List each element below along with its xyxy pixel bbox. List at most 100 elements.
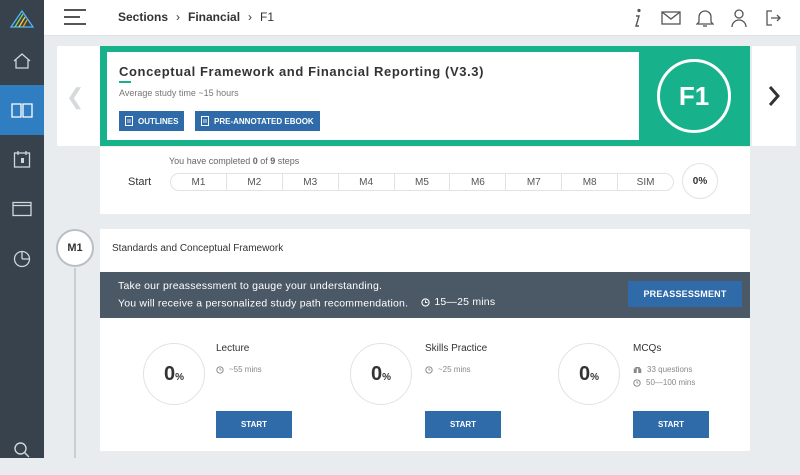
chevron-right-icon: › bbox=[176, 10, 181, 24]
breadcrumb-financial[interactable]: Financial bbox=[188, 10, 240, 24]
timeline-line bbox=[74, 268, 76, 458]
overall-progress: 0% bbox=[682, 163, 718, 199]
percent-unit: % bbox=[175, 371, 185, 383]
step-track: M1 M2 M3 M4 M5 M6 M7 M8 SIM bbox=[170, 173, 674, 191]
preassessment-banner: Take our preassessment to gauge your und… bbox=[100, 272, 750, 318]
lecture-duration: ~55 mins bbox=[216, 365, 262, 374]
step-m1[interactable]: M1 bbox=[171, 174, 227, 190]
completed-text: You have completed 0 of 9 steps bbox=[169, 156, 299, 166]
chevron-left-icon[interactable]: ❮ bbox=[66, 84, 84, 110]
info-icon bbox=[635, 8, 641, 27]
skills-practice-percent: 0 bbox=[370, 362, 383, 385]
step-sim[interactable]: SIM bbox=[618, 174, 673, 190]
preassessment-text-2-body: You will receive a personalized study pa… bbox=[118, 297, 409, 310]
mail-icon bbox=[661, 11, 681, 25]
percent-unit: % bbox=[382, 371, 392, 383]
window-icon bbox=[12, 201, 32, 217]
preassessment-button[interactable]: PREASSESSMENT bbox=[628, 281, 742, 307]
preassessment-text-1: Take our preassessment to gauge your und… bbox=[118, 280, 383, 292]
study-time: Average study time ~15 hours bbox=[119, 88, 239, 98]
progress-panel: You have completed 0 of 9 steps Start M1… bbox=[100, 146, 750, 214]
course-info: Conceptual Framework and Financial Repor… bbox=[107, 52, 639, 140]
clock-icon bbox=[216, 365, 224, 374]
sidebar bbox=[0, 0, 44, 458]
lecture-start-button[interactable]: START bbox=[216, 411, 292, 438]
logo-icon bbox=[9, 9, 35, 28]
step-m7[interactable]: M7 bbox=[506, 174, 563, 190]
book-icon bbox=[11, 103, 33, 118]
module-title: Standards and Conceptual Framework bbox=[112, 243, 284, 254]
module-card: Standards and Conceptual Framework Take … bbox=[100, 229, 750, 451]
info-button[interactable] bbox=[620, 6, 654, 30]
mcqs-question-count: 33 questions bbox=[633, 365, 692, 374]
lecture-progress: 0% bbox=[143, 343, 205, 405]
sidebar-item-calendar[interactable] bbox=[0, 134, 44, 184]
sidebar-item-reports[interactable] bbox=[0, 234, 44, 284]
step-m3[interactable]: M3 bbox=[283, 174, 339, 190]
chevron-right-icon bbox=[768, 86, 781, 106]
completed-suffix: steps bbox=[275, 156, 300, 166]
breadcrumb-current: F1 bbox=[260, 10, 275, 24]
next-course-button[interactable] bbox=[752, 46, 796, 146]
document-icon bbox=[125, 116, 133, 126]
logout-button[interactable] bbox=[756, 6, 790, 30]
ebook-button[interactable]: PRE-ANNOTATED EBOOK bbox=[195, 111, 320, 131]
outlines-button[interactable]: OUTLINES bbox=[119, 111, 185, 131]
chevron-right-icon: › bbox=[248, 10, 253, 24]
start-label: Start bbox=[128, 176, 152, 188]
document-icon bbox=[201, 116, 209, 126]
notifications-button[interactable] bbox=[688, 6, 722, 30]
preassessment-time: 15—25 mins bbox=[434, 296, 496, 308]
skills-practice-duration-text: ~25 mins bbox=[438, 365, 471, 374]
step-m5[interactable]: M5 bbox=[395, 174, 451, 190]
lecture-duration-text: ~55 mins bbox=[229, 365, 262, 374]
skills-practice-progress: 0% bbox=[350, 343, 412, 405]
step-m8[interactable]: M8 bbox=[562, 174, 619, 190]
questions-icon bbox=[633, 366, 642, 373]
search-icon bbox=[14, 442, 30, 458]
step-m4[interactable]: M4 bbox=[339, 174, 395, 190]
mcqs-question-count-text: 33 questions bbox=[647, 365, 693, 374]
sidebar-item-home[interactable] bbox=[0, 36, 44, 86]
pie-chart-icon bbox=[13, 250, 31, 268]
completed-mid: of bbox=[257, 156, 271, 166]
mail-button[interactable] bbox=[654, 6, 688, 30]
clock-icon bbox=[421, 297, 430, 307]
bell-icon bbox=[696, 10, 714, 27]
completed-prefix: You have completed bbox=[169, 156, 253, 166]
skills-practice-duration: ~25 mins bbox=[425, 365, 471, 374]
ebook-label: PRE-ANNOTATED EBOOK bbox=[214, 116, 314, 126]
sidebar-item-search[interactable] bbox=[0, 425, 44, 475]
user-icon bbox=[731, 9, 747, 28]
percent-unit: % bbox=[590, 371, 600, 383]
home-icon bbox=[13, 53, 31, 69]
menu-icon[interactable] bbox=[64, 9, 86, 25]
mcqs-start-button[interactable]: START bbox=[633, 411, 709, 438]
clock-icon bbox=[633, 378, 641, 387]
course-badge: F1 bbox=[657, 59, 731, 133]
course-title: Conceptual Framework and Financial Repor… bbox=[119, 64, 485, 83]
step-m6[interactable]: M6 bbox=[450, 174, 507, 190]
top-bar: Sections › Financial › F1 bbox=[44, 0, 800, 36]
profile-button[interactable] bbox=[722, 6, 756, 30]
mcqs-duration-text: 50—100 mins bbox=[646, 378, 696, 387]
logo[interactable] bbox=[0, 0, 44, 36]
preassessment-text-2: You will receive a personalized study pa… bbox=[118, 296, 495, 310]
outlines-label: OUTLINES bbox=[138, 116, 179, 126]
module-badge: M1 bbox=[56, 229, 94, 267]
skills-practice-title: Skills Practice bbox=[425, 343, 488, 354]
mcqs-title: MCQs bbox=[633, 343, 662, 354]
lecture-percent: 0 bbox=[163, 362, 176, 385]
logout-icon bbox=[766, 10, 781, 26]
sidebar-item-window[interactable] bbox=[0, 184, 44, 234]
breadcrumb-sections[interactable]: Sections bbox=[118, 10, 168, 24]
calendar-icon bbox=[13, 151, 31, 168]
lecture-title: Lecture bbox=[216, 343, 250, 354]
mcqs-duration: 50—100 mins bbox=[633, 378, 695, 387]
breadcrumb: Sections › Financial › F1 bbox=[118, 10, 274, 24]
mcqs-progress: 0% bbox=[558, 343, 620, 405]
step-m2[interactable]: M2 bbox=[227, 174, 283, 190]
clock-icon bbox=[425, 365, 433, 374]
sidebar-item-study[interactable] bbox=[0, 85, 44, 135]
skills-practice-start-button[interactable]: START bbox=[425, 411, 501, 438]
